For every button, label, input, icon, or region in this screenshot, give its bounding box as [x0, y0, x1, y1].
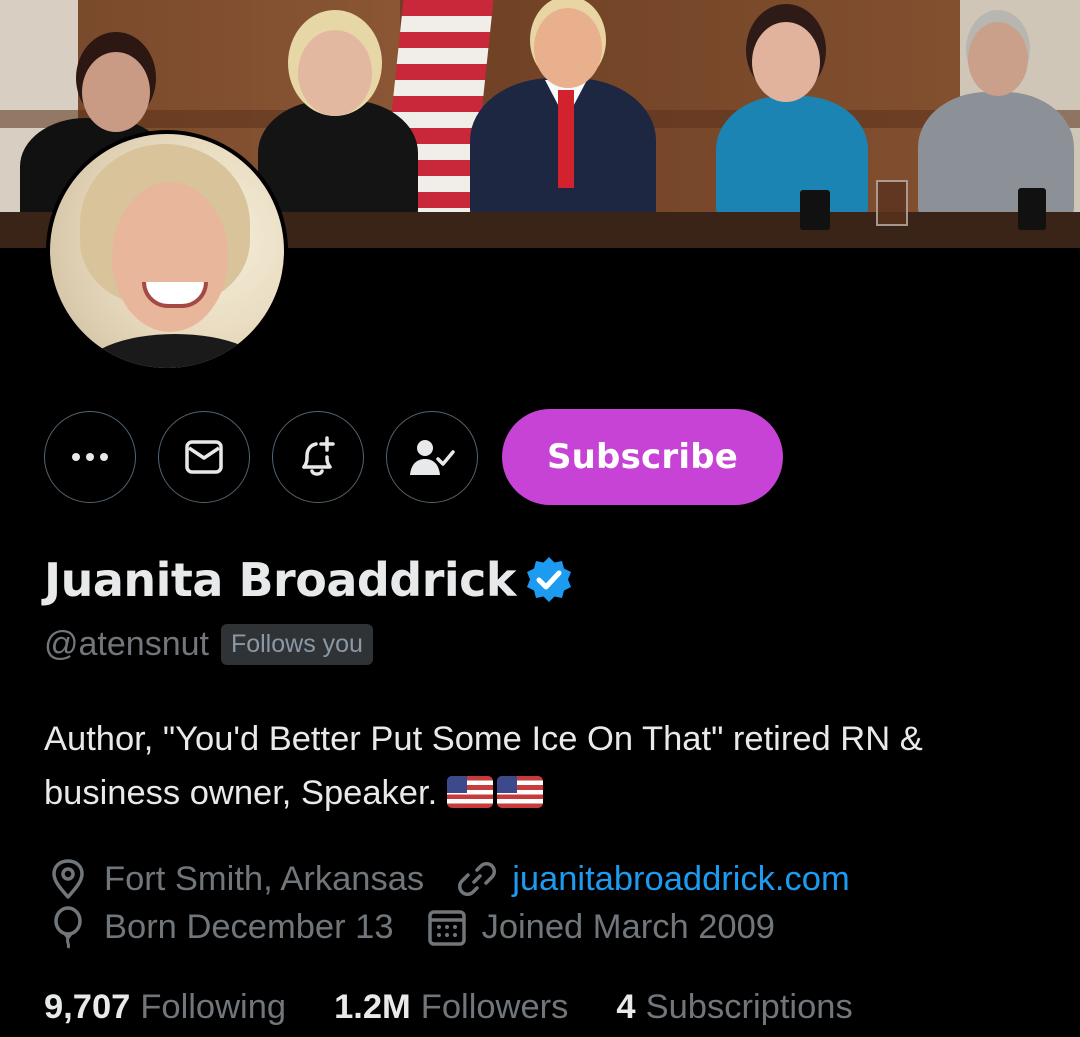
- banner-person: [918, 92, 1074, 218]
- banner-person: [258, 100, 418, 220]
- banner-glass: [876, 180, 908, 226]
- profile-name-row: Juanita Broaddrick: [44, 548, 574, 612]
- joined-item: Joined March 2009: [426, 906, 775, 948]
- profile-meta-row: Fort Smith, Arkansas juanitabroaddrick.c…: [48, 854, 850, 904]
- profile-avatar[interactable]: [46, 130, 288, 372]
- message-button[interactable]: [158, 411, 250, 503]
- following-button[interactable]: [386, 411, 478, 503]
- joined-text: Joined March 2009: [481, 907, 775, 946]
- followers-stat[interactable]: 1.2M Followers: [334, 988, 568, 1027]
- banner-person-head: [534, 8, 602, 88]
- verified-badge-icon[interactable]: [524, 555, 574, 605]
- profile-bio: Author, "You'd Better Put Some Ice On Th…: [44, 712, 1044, 820]
- us-flag-emoji: [446, 776, 493, 808]
- location-item: Fort Smith, Arkansas: [48, 857, 424, 901]
- envelope-icon: [185, 440, 223, 474]
- bell-plus-icon: [302, 436, 335, 476]
- profile-actions: Subscribe: [44, 409, 783, 505]
- followers-count: 1.2M: [334, 987, 411, 1026]
- website-item[interactable]: juanitabroaddrick.com: [456, 858, 850, 900]
- subscriptions-count: 4: [616, 987, 636, 1026]
- following-count: 9,707: [44, 987, 131, 1026]
- handle-row: @atensnut Follows you: [44, 622, 373, 666]
- user-handle: @atensnut: [44, 624, 209, 663]
- followers-label: Followers: [420, 987, 569, 1026]
- display-name: Juanita Broaddrick: [44, 553, 517, 607]
- birthday-item: Born December 13: [48, 905, 394, 949]
- banner-person-head: [298, 30, 372, 116]
- banner-person-head: [82, 52, 150, 132]
- location-pin-icon: [52, 859, 84, 899]
- us-flag-emoji: [496, 776, 543, 808]
- banner-tie: [558, 90, 574, 188]
- link-icon: [458, 862, 497, 896]
- birthday-text: Born December 13: [104, 907, 394, 946]
- following-label: Following: [140, 987, 287, 1026]
- banner-cup: [800, 190, 830, 230]
- more-dots-icon: [72, 453, 108, 461]
- banner-person: [716, 96, 868, 218]
- banner-person-head: [968, 22, 1028, 96]
- subscribe-button[interactable]: Subscribe: [502, 409, 783, 505]
- more-button[interactable]: [44, 411, 136, 503]
- banner-person-head: [752, 22, 820, 102]
- avatar-photo: [50, 134, 284, 368]
- profile-meta-row: Born December 13 Joined March 2009: [48, 902, 775, 952]
- subscriptions-label: Subscriptions: [645, 987, 853, 1026]
- balloon-icon: [54, 906, 82, 949]
- notifications-button[interactable]: [272, 411, 364, 503]
- banner-cup: [1018, 188, 1046, 230]
- avatar-body: [80, 334, 270, 368]
- person-check-icon: [410, 440, 455, 475]
- profile-stats: 9,707 Following 1.2M Followers 4 Subscri…: [44, 982, 901, 1032]
- subscriptions-stat[interactable]: 4 Subscriptions: [616, 988, 852, 1027]
- website-link[interactable]: juanitabroaddrick.com: [512, 860, 850, 899]
- location-text: Fort Smith, Arkansas: [104, 859, 425, 898]
- avatar-face: [112, 182, 228, 332]
- follows-you-badge: Follows you: [220, 623, 373, 665]
- following-stat[interactable]: 9,707 Following: [44, 988, 286, 1027]
- calendar-icon: [427, 910, 466, 946]
